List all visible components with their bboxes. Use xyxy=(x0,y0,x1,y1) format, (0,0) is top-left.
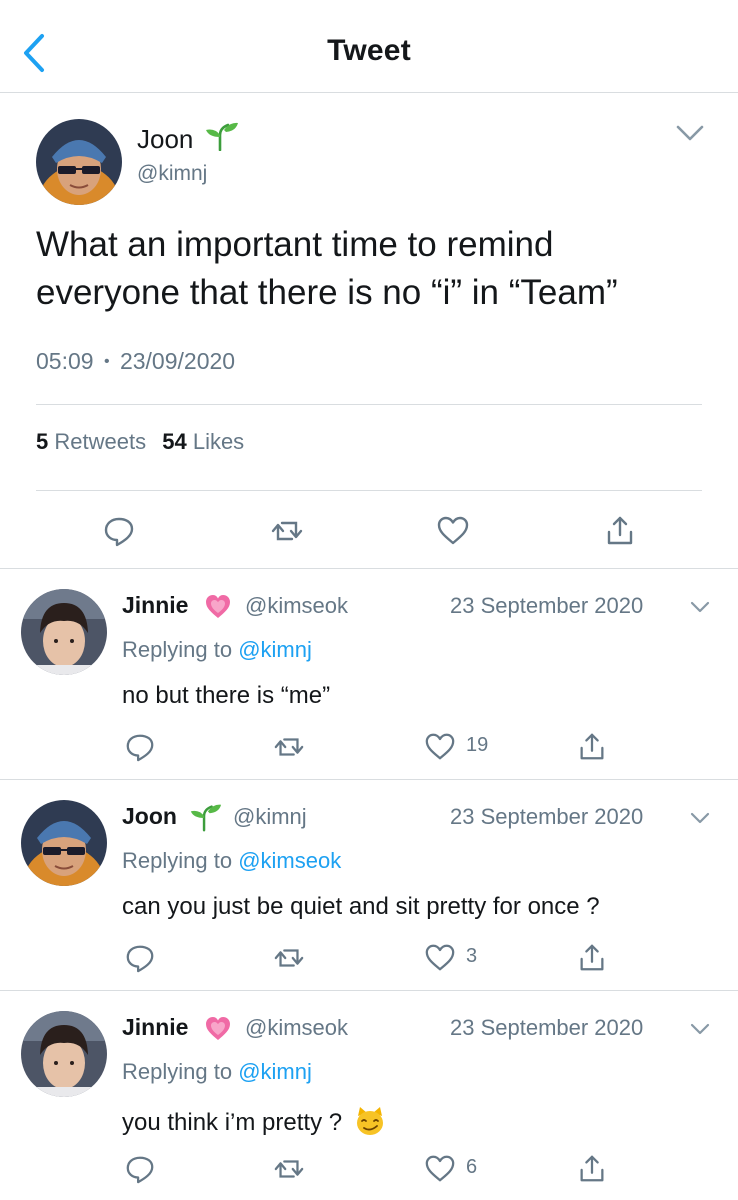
retweets-count: 5 xyxy=(36,429,49,454)
author-name[interactable]: Joon xyxy=(122,803,177,830)
avatar-joon[interactable] xyxy=(21,800,107,886)
reply-date: 23 September 2020 xyxy=(450,1015,644,1040)
seedling-icon xyxy=(188,802,222,832)
like-count: 3 xyxy=(466,945,478,967)
replying-to: Replying to @kimnj xyxy=(122,1059,312,1085)
reply-text-body: you think i’m pretty ? xyxy=(122,1109,343,1136)
like-icon[interactable] xyxy=(436,514,470,548)
reply-icon[interactable] xyxy=(102,514,136,548)
replying-to-label: Replying to xyxy=(122,1059,233,1084)
replying-to: Replying to @kimnj xyxy=(122,637,312,663)
tweet-timestamp: 05:09 • 23/09/2020 xyxy=(36,348,235,375)
likes-stat[interactable]: 54 Likes xyxy=(162,429,244,454)
replying-to-mention[interactable]: @kimseok xyxy=(238,848,341,873)
author-handle[interactable]: @kimseok xyxy=(245,593,348,619)
replying-to: Replying to @kimseok xyxy=(122,848,341,874)
reply-icon[interactable] xyxy=(124,1153,156,1185)
like-icon[interactable] xyxy=(424,942,456,974)
avatar-jinnie[interactable] xyxy=(21,1011,107,1097)
page-title: Tweet xyxy=(327,34,411,67)
retweet-icon[interactable] xyxy=(273,1153,305,1185)
reply-tweet[interactable]: Joon @kimnj 23 September 2020 Replying t… xyxy=(0,780,738,991)
share-icon[interactable] xyxy=(576,1153,608,1185)
reply-text: you think i’m pretty ? xyxy=(122,1104,387,1138)
reply-text: can you just be quiet and sit pretty for… xyxy=(122,893,600,920)
reply-tweet[interactable]: Jinnie @kimseok 23 September 2020 Replyi… xyxy=(0,991,738,1200)
tweet-date: 23/09/2020 xyxy=(119,348,236,374)
retweet-icon[interactable] xyxy=(273,731,305,763)
retweets-label: Retweets xyxy=(54,429,147,454)
author-handle[interactable]: @kimseok xyxy=(245,1015,348,1041)
likes-label: Likes xyxy=(192,429,245,454)
like-count: 6 xyxy=(466,1156,478,1178)
tweet-stats: 5 Retweets 54 Likes xyxy=(36,429,244,455)
reply-date: 23 September 2020 xyxy=(450,804,644,829)
tweet-text-line-2: everyone that there is no “i” in “Team” xyxy=(36,273,618,312)
retweets-stat[interactable]: 5 Retweets xyxy=(36,429,146,454)
replying-to-label: Replying to xyxy=(122,848,233,873)
like-count: 19 xyxy=(466,734,489,756)
replying-to-mention[interactable]: @kimnj xyxy=(238,637,312,662)
divider xyxy=(36,490,702,491)
avatar-jinnie[interactable] xyxy=(21,589,107,675)
likes-count: 54 xyxy=(162,429,187,454)
reply-icon[interactable] xyxy=(124,731,156,763)
reply-date: 23 September 2020 xyxy=(450,593,644,618)
author-name[interactable]: Joon xyxy=(137,124,193,155)
avatar-joon[interactable] xyxy=(36,119,122,205)
tweet-text-line-1: What an important time to remind xyxy=(36,225,554,264)
like-icon[interactable] xyxy=(424,731,456,763)
author-handle[interactable]: @kimnj xyxy=(233,804,307,830)
meta-separator: • xyxy=(103,353,110,370)
author-name[interactable]: Jinnie xyxy=(122,592,188,619)
chevron-down-icon[interactable] xyxy=(674,121,706,145)
tweet-time: 05:09 xyxy=(36,348,94,374)
share-icon[interactable] xyxy=(576,731,608,763)
reply-text: no but there is “me” xyxy=(122,682,331,709)
chevron-down-icon[interactable] xyxy=(689,810,711,826)
top-bar: Tweet xyxy=(0,0,738,93)
growing-heart-icon xyxy=(203,591,233,621)
replying-to-label: Replying to xyxy=(122,637,233,662)
growing-heart-icon xyxy=(203,1013,233,1043)
smirking-cat-icon xyxy=(353,1104,387,1138)
share-icon[interactable] xyxy=(576,942,608,974)
like-icon[interactable] xyxy=(424,1153,456,1185)
reply-icon[interactable] xyxy=(124,942,156,974)
retweet-icon[interactable] xyxy=(273,942,305,974)
author-name[interactable]: Jinnie xyxy=(122,1014,188,1041)
author-handle[interactable]: @kimnj xyxy=(137,162,207,186)
replying-to-mention[interactable]: @kimnj xyxy=(238,1059,312,1084)
seedling-icon xyxy=(203,121,239,151)
main-tweet: Joon @kimnj What an important time to re… xyxy=(0,93,738,569)
reply-tweet[interactable]: Jinnie @kimseok 23 September 2020 Replyi… xyxy=(0,569,738,780)
chevron-down-icon[interactable] xyxy=(689,1021,711,1037)
tweet-text: What an important time to remind everyon… xyxy=(36,221,716,317)
share-icon[interactable] xyxy=(603,514,637,548)
chevron-down-icon[interactable] xyxy=(689,599,711,615)
retweet-icon[interactable] xyxy=(270,514,304,548)
divider xyxy=(36,404,702,405)
